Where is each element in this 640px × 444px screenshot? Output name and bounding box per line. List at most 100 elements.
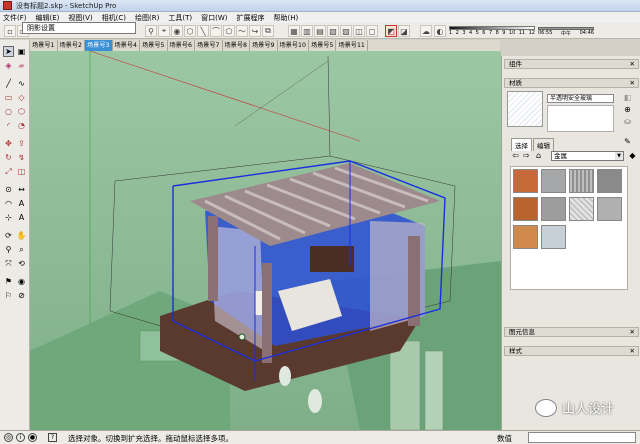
model-scene[interactable] (30, 51, 501, 430)
new-file-icon[interactable]: ▫ (4, 25, 16, 37)
swatch-grey-metal[interactable] (597, 169, 622, 193)
arc-icon[interactable]: ⌒ (210, 25, 222, 37)
styles-panel-header[interactable]: 样式 ✕ (504, 346, 639, 356)
zoom-icon[interactable]: ⚲ (3, 244, 14, 255)
close-icon[interactable]: ✕ (630, 328, 635, 337)
scene-tab-9[interactable]: 场景号9 (250, 40, 278, 51)
scene-tab-1[interactable]: 场景号1 (30, 40, 58, 51)
move-icon[interactable]: ✥ (3, 138, 14, 149)
close-icon[interactable]: ✕ (630, 79, 635, 88)
swatch-aluminum[interactable] (541, 197, 566, 221)
display-secondary-icon[interactable]: ◧ (622, 92, 633, 103)
create-material-icon[interactable]: ⊕ (622, 104, 633, 115)
menu-draw[interactable]: 绘图(R) (135, 13, 159, 23)
scene-tab-2[interactable]: 场景号2 (58, 40, 85, 51)
measurements-box[interactable] (528, 432, 636, 443)
sample-paint-icon[interactable]: ✎ (622, 136, 633, 147)
back-view-icon[interactable]: ▧ (327, 25, 339, 37)
swatch-chrome[interactable] (541, 225, 566, 249)
hidden-line-icon[interactable]: ◻ (366, 25, 378, 37)
select-icon[interactable]: ➤ (3, 46, 14, 57)
materials-panel-header[interactable]: 材质 ✕ (504, 78, 639, 88)
swatch-brushed[interactable] (569, 169, 594, 193)
section-plane-icon[interactable]: ⊘ (16, 290, 27, 301)
line-icon[interactable]: ╲ (197, 25, 209, 37)
forward-icon[interactable]: ⇨ (522, 151, 531, 160)
menu-window[interactable]: 窗口(W) (201, 13, 227, 23)
protractor-icon[interactable]: ◠ (3, 198, 14, 209)
look-around-icon[interactable]: ◉ (171, 25, 183, 37)
shadow-date-scale[interactable]: 1 2 3 4 5 6 7 8 9 10 11 12 (449, 26, 535, 36)
home-icon[interactable]: ⌂ (534, 151, 543, 160)
scene-tab-5[interactable]: 场景号5 (140, 40, 168, 51)
pan-icon[interactable]: ✋ (16, 230, 27, 241)
walk-icon[interactable]: ⚲ (145, 25, 157, 37)
swatch-diamond-plate[interactable] (569, 197, 594, 221)
scene-tab-11[interactable]: 场景号11 (336, 40, 368, 51)
right-view-icon[interactable]: ▤ (314, 25, 326, 37)
freehand-icon[interactable]: 〜 (236, 25, 248, 37)
walk-tool-icon[interactable]: ⚐ (3, 290, 14, 301)
swatch-copper[interactable] (513, 169, 538, 193)
iso-view-icon[interactable]: ⬡ (184, 25, 196, 37)
zoom-window-icon[interactable]: ⌕ (16, 244, 27, 255)
shaded-textures-icon[interactable]: ◩ (385, 25, 397, 37)
polygon-icon[interactable]: ⬠ (223, 25, 235, 37)
menu-help[interactable]: 帮助(H) (273, 13, 298, 23)
rectangle-icon[interactable]: ▭ (3, 92, 14, 103)
material-category-select[interactable]: 金属 ▼ (551, 151, 624, 161)
arc-tool-icon[interactable]: ◜ (3, 120, 14, 131)
circle-icon[interactable]: ○ (3, 106, 14, 117)
look-around-tool-icon[interactable]: ◉ (16, 276, 27, 287)
eraser-icon[interactable]: ▰ (16, 60, 27, 71)
close-icon[interactable]: ✕ (630, 347, 635, 356)
menu-tools[interactable]: 工具(T) (168, 13, 192, 23)
rotated-rectangle-icon[interactable]: ◇ (16, 92, 27, 103)
back-icon[interactable]: ⇦ (511, 151, 520, 160)
monochrome-icon[interactable]: ◪ (398, 25, 410, 37)
chevron-down-icon[interactable]: ▼ (615, 152, 623, 160)
text-icon[interactable]: A (16, 198, 27, 209)
details-icon[interactable]: ◆ (628, 151, 637, 160)
help-icon[interactable]: ? (48, 433, 57, 442)
position-camera-icon[interactable]: ⌖ (158, 25, 170, 37)
offset-icon[interactable]: ◫ (16, 166, 27, 177)
dimension-icon[interactable]: ↔ (16, 184, 27, 195)
scene-tab-10[interactable]: 场景号10 (278, 40, 309, 51)
paint-icon[interactable]: ◈ (3, 60, 14, 71)
modeling-viewport[interactable] (30, 51, 501, 430)
scene-tab-3[interactable]: 场景号3 (85, 40, 113, 51)
credits-icon[interactable]: i (16, 433, 25, 442)
swatch-rust[interactable] (513, 197, 538, 221)
tape-icon[interactable]: ⊙ (3, 184, 14, 195)
freehand-tool-icon[interactable]: ∿ (16, 78, 27, 89)
material-name-field[interactable]: 半透明安全玻璃 (547, 94, 614, 103)
swatch-silver[interactable] (597, 197, 622, 221)
scene-tab-6[interactable]: 场景号6 (168, 40, 195, 51)
close-icon[interactable]: ✕ (630, 60, 635, 69)
front-view-icon[interactable]: ▥ (301, 25, 313, 37)
orbit-icon[interactable]: ⟳ (3, 230, 14, 241)
georeference-icon[interactable]: ◎ (4, 433, 13, 442)
intersect-icon[interactable]: ⧉ (262, 25, 274, 37)
menu-extensions[interactable]: 扩展程序 (236, 13, 264, 23)
push-pull-icon[interactable]: ⇪ (16, 138, 27, 149)
shadow-settings-icon[interactable]: ☁ (420, 25, 432, 37)
3d-text-icon[interactable]: A (16, 212, 27, 223)
scene-tab-5b[interactable]: 场景号5 (309, 40, 337, 51)
entity-info-panel-header[interactable]: 图元信息 ✕ (504, 327, 639, 337)
menu-camera[interactable]: 相机(C) (102, 13, 126, 23)
scene-tab-8[interactable]: 场景号8 (223, 40, 250, 51)
swatch-steel[interactable] (541, 169, 566, 193)
previous-view-icon[interactable]: ⟲ (16, 258, 27, 269)
paint-bucket-icon[interactable]: ⛀ (622, 116, 633, 127)
shadow-toggle-icon[interactable]: ◐ (434, 25, 446, 37)
make-component-icon[interactable]: ▣ (16, 46, 27, 57)
menu-edit[interactable]: 编辑(E) (36, 13, 60, 23)
axes-icon[interactable]: ⊹ (3, 212, 14, 223)
follow-me-tool-icon[interactable]: ↯ (16, 152, 27, 163)
components-panel-header[interactable]: 组件 ✕ (504, 59, 639, 69)
left-view-icon[interactable]: ▨ (340, 25, 352, 37)
zoom-extents-icon[interactable]: ⤧ (3, 258, 14, 269)
user-icon[interactable]: ● (28, 433, 37, 442)
